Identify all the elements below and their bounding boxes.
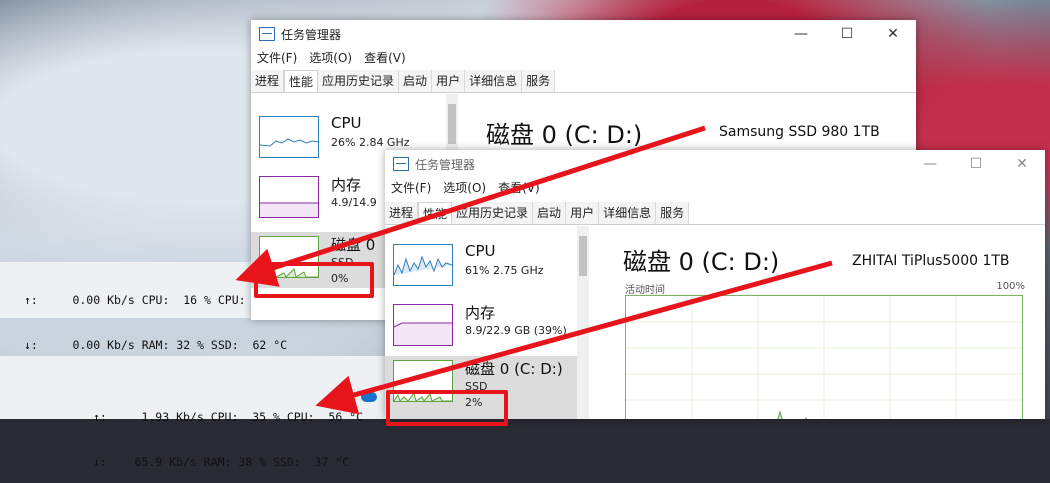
arrow-samsung xyxy=(235,125,706,287)
download-stats-2: ↓: 65.9 Kb/s RAM: 38 % SSD: 37 °C xyxy=(93,455,350,469)
arrow-zhitai xyxy=(315,260,833,415)
annotation-arrows xyxy=(235,125,833,415)
